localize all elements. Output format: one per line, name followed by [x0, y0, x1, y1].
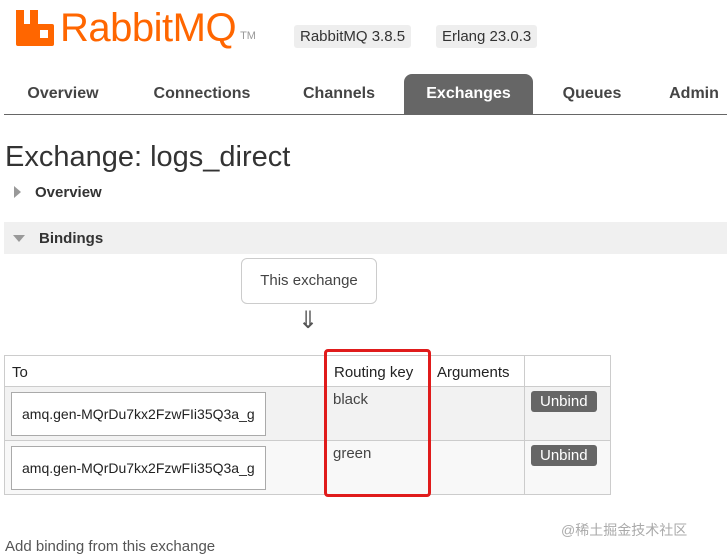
down-arrow-icon: ⇓	[298, 307, 319, 334]
bindings-section-toggle[interactable]: Bindings	[4, 222, 727, 254]
table-cell-to: amq.gen-MQrDu7kx2FzwFIi35Q3a_g	[4, 440, 327, 495]
unbind-button[interactable]: Unbind	[531, 391, 597, 412]
tab-admin[interactable]: Admin	[654, 74, 727, 114]
logo-text: RabbitMQ	[60, 6, 237, 50]
collapse-arrow-icon	[13, 234, 25, 242]
queue-link[interactable]: amq.gen-MQrDu7kx2FzwFIi35Q3a_g	[11, 446, 266, 490]
expand-arrow-icon	[14, 186, 21, 198]
rabbitmq-logo: RabbitMQ TM	[14, 6, 256, 50]
tab-connections[interactable]: Connections	[136, 74, 268, 114]
rabbitmq-logo-icon	[14, 8, 54, 46]
column-header-arguments: Arguments	[429, 355, 525, 387]
column-header-routing-key: Routing key	[326, 355, 430, 387]
column-header-actions	[524, 355, 611, 387]
table-cell-arguments	[429, 386, 525, 441]
table-row: amq.gen-MQrDu7kx2FzwFIi35Q3a_g green Unb…	[4, 440, 611, 495]
table-cell-action: Unbind	[524, 440, 611, 495]
unbind-button[interactable]: Unbind	[531, 445, 597, 466]
table-cell-arguments	[429, 440, 525, 495]
table-cell-action: Unbind	[524, 386, 611, 441]
queue-link[interactable]: amq.gen-MQrDu7kx2FzwFIi35Q3a_g	[11, 392, 266, 436]
overview-section-label: Overview	[35, 183, 102, 201]
page-title: Exchange: logs_direct	[5, 141, 291, 173]
logo-trademark: TM	[240, 30, 256, 42]
watermark: @稀土掘金技术社区	[561, 522, 688, 538]
overview-section-toggle[interactable]: Overview	[14, 180, 102, 204]
routing-key-value: black	[333, 391, 369, 408]
column-header-to: To	[4, 355, 327, 387]
table-cell-to: amq.gen-MQrDu7kx2FzwFIi35Q3a_g	[4, 386, 327, 441]
table-row: amq.gen-MQrDu7kx2FzwFIi35Q3a_g black Unb…	[4, 386, 611, 441]
tab-channels[interactable]: Channels	[284, 74, 394, 114]
routing-key-value: green	[333, 445, 372, 462]
tab-exchanges[interactable]: Exchanges	[404, 74, 533, 114]
this-exchange-box: This exchange	[241, 258, 377, 304]
rabbitmq-version-badge: RabbitMQ 3.8.5	[294, 25, 412, 48]
main-nav-tabs: Overview Connections Channels Exchanges …	[4, 74, 727, 115]
table-cell-routing-key: black	[326, 386, 430, 441]
tab-queues[interactable]: Queues	[549, 74, 635, 114]
table-header-row: To Routing key Arguments	[4, 355, 611, 387]
tab-overview[interactable]: Overview	[4, 74, 122, 114]
add-binding-section-label[interactable]: Add binding from this exchange	[5, 538, 215, 555]
erlang-version-badge: Erlang 23.0.3	[436, 25, 538, 48]
table-cell-routing-key: green	[326, 440, 430, 495]
bindings-section-label: Bindings	[39, 229, 104, 247]
bindings-table: To Routing key Arguments amq.gen-MQrDu7k…	[4, 355, 611, 495]
